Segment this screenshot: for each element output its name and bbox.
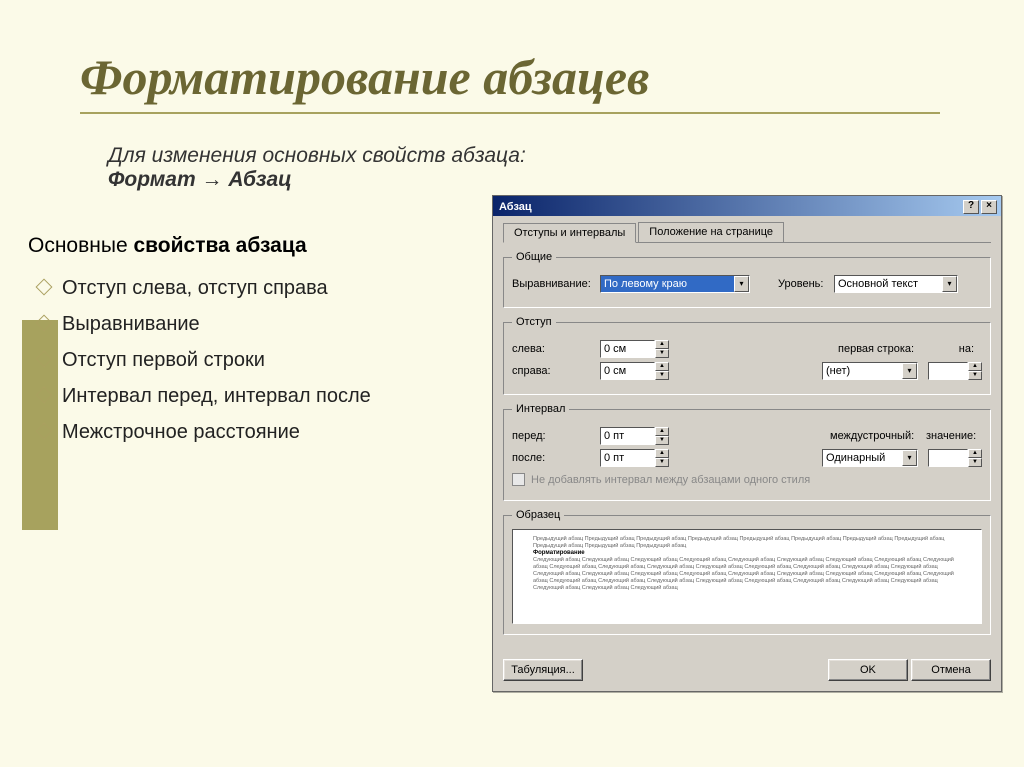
diamond-icon xyxy=(36,387,53,404)
spin-up-icon[interactable]: ▲ xyxy=(655,449,669,458)
combo-linespacing[interactable]: Одинарный ▾ xyxy=(822,449,918,467)
intro-text: Для изменения основных свойств абзаца: Ф… xyxy=(108,144,526,192)
spin-up-icon[interactable]: ▲ xyxy=(655,427,669,436)
tab-strip: Отступы и интервалы Положение на страниц… xyxy=(503,222,991,243)
label-left: слева: xyxy=(512,343,600,355)
subtitle: Основные свойства абзаца xyxy=(28,234,307,258)
title-underline xyxy=(80,112,940,114)
group-indent: Отступ слева: 0 см ▲▼ первая строка: на:… xyxy=(503,316,991,395)
spinner-right-value[interactable]: 0 см xyxy=(600,362,655,380)
menu-path-arrow: → xyxy=(202,168,223,191)
spinner-after-value[interactable]: 0 пт xyxy=(600,449,655,467)
group-preview: Образец Предыдущий абзац Предыдущий абза… xyxy=(503,509,991,635)
spin-up-icon[interactable]: ▲ xyxy=(655,362,669,371)
spin-down-icon[interactable]: ▼ xyxy=(655,458,669,467)
list-item: Интервал перед, интервал после xyxy=(38,378,371,414)
group-general: Общие Выравнивание: По левому краю ▾ Уро… xyxy=(503,251,991,308)
tab-position[interactable]: Положение на странице xyxy=(638,222,784,242)
spinner-left-value[interactable]: 0 см xyxy=(600,340,655,358)
chevron-down-icon[interactable]: ▾ xyxy=(902,450,917,466)
spin-down-icon[interactable]: ▼ xyxy=(655,371,669,380)
label-value: значение: xyxy=(926,430,982,442)
label-level: Уровень: xyxy=(778,278,834,290)
spin-up-icon[interactable]: ▲ xyxy=(968,362,982,371)
help-button[interactable]: ? xyxy=(963,200,979,214)
subtitle-b: свойства абзаца xyxy=(133,234,306,257)
tab-indents[interactable]: Отступы и интервалы xyxy=(503,223,636,243)
spinner-value[interactable]: ▲▼ xyxy=(928,449,982,467)
titlebar[interactable]: Абзац ? × xyxy=(493,196,1001,216)
subtitle-a: Основные xyxy=(28,234,133,257)
spinner-before[interactable]: 0 пт ▲▼ xyxy=(600,427,669,445)
spinner-after[interactable]: 0 пт ▲▼ xyxy=(600,449,669,467)
spinner-value-value[interactable] xyxy=(928,449,968,467)
label-firstline: первая строка: xyxy=(838,343,934,355)
button-tabulation[interactable]: Табуляция... xyxy=(503,659,583,681)
chevron-down-icon[interactable]: ▾ xyxy=(942,276,957,292)
list-item: Отступ слева, отступ справа xyxy=(38,270,371,306)
spinner-na-value[interactable] xyxy=(928,362,968,380)
label-after: после: xyxy=(512,452,600,464)
intro-line: Для изменения основных свойств абзаца: xyxy=(108,144,526,167)
spinner-left[interactable]: 0 см ▲▼ xyxy=(600,340,669,358)
legend-general: Общие xyxy=(512,251,556,263)
combo-align[interactable]: По левому краю ▾ xyxy=(600,275,750,293)
list-item: Отступ первой строки xyxy=(38,342,371,378)
diamond-icon xyxy=(36,279,53,296)
menu-path-format: Формат xyxy=(108,168,196,191)
button-cancel[interactable]: Отмена xyxy=(911,659,991,681)
spinner-right[interactable]: 0 см ▲▼ xyxy=(600,362,669,380)
diamond-icon xyxy=(36,351,53,368)
spin-down-icon[interactable]: ▼ xyxy=(655,436,669,445)
combo-firstline[interactable]: (нет) ▾ xyxy=(822,362,918,380)
combo-firstline-value: (нет) xyxy=(826,365,850,377)
paragraph-dialog: Абзац ? × Отступы и интервалы Положение … xyxy=(492,195,1002,692)
spin-up-icon[interactable]: ▲ xyxy=(655,340,669,349)
spin-down-icon[interactable]: ▼ xyxy=(968,458,982,467)
chevron-down-icon[interactable]: ▾ xyxy=(734,276,749,292)
label-na: на: xyxy=(934,343,974,355)
label-linespacing: междустрочный: xyxy=(830,430,926,442)
button-ok[interactable]: OK xyxy=(828,659,908,681)
close-button[interactable]: × xyxy=(981,200,997,214)
slide-title: Форматирование абзацев xyxy=(80,48,649,106)
menu-path-abzac: Абзац xyxy=(228,168,291,191)
combo-linespacing-value: Одинарный xyxy=(826,452,885,464)
spinner-before-value[interactable]: 0 пт xyxy=(600,427,655,445)
list-item: Межстрочное расстояние xyxy=(38,414,371,450)
legend-indent: Отступ xyxy=(512,316,556,328)
legend-interval: Интервал xyxy=(512,403,569,415)
spin-up-icon[interactable]: ▲ xyxy=(968,449,982,458)
list-item: Выравнивание xyxy=(38,306,371,342)
combo-level[interactable]: Основной текст ▾ xyxy=(834,275,958,293)
bullet-list: Отступ слева, отступ справа Выравнивание… xyxy=(38,270,371,450)
combo-align-value: По левому краю xyxy=(604,278,687,290)
diamond-icon xyxy=(36,423,53,440)
spin-down-icon[interactable]: ▼ xyxy=(655,349,669,358)
preview-pane: Предыдущий абзац Предыдущий абзац Предыд… xyxy=(512,529,982,624)
dialog-title: Абзац xyxy=(499,201,532,213)
spin-down-icon[interactable]: ▼ xyxy=(968,371,982,380)
legend-preview: Образец xyxy=(512,509,564,521)
combo-level-value: Основной текст xyxy=(838,278,918,290)
group-interval: Интервал перед: 0 пт ▲▼ междустрочный: з… xyxy=(503,403,991,501)
label-right: справа: xyxy=(512,365,600,377)
label-checkbox: Не добавлять интервал между абзацами одн… xyxy=(531,474,810,486)
label-align: Выравнивание: xyxy=(512,278,600,290)
checkbox-samestyle xyxy=(512,473,525,486)
diamond-icon xyxy=(36,315,53,332)
label-before: перед: xyxy=(512,430,600,442)
spinner-na[interactable]: ▲▼ xyxy=(928,362,982,380)
chevron-down-icon[interactable]: ▾ xyxy=(902,363,917,379)
